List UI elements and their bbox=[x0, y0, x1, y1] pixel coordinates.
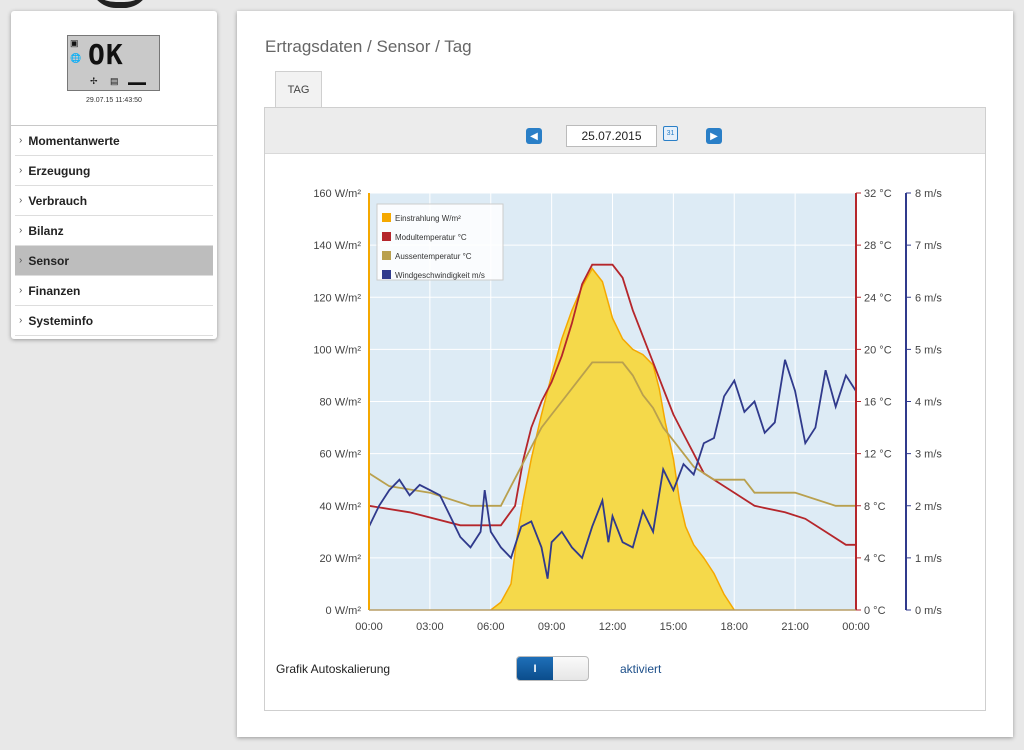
x-tick-label: 15:00 bbox=[660, 621, 688, 633]
sidebar-item-momentanwerte[interactable]: › Momentanwerte bbox=[15, 126, 213, 156]
x-tick-label: 18:00 bbox=[720, 621, 748, 633]
temperature-tick-label: 28 °C bbox=[864, 240, 892, 252]
legend-swatch bbox=[382, 232, 391, 241]
temperature-tick-label: 20 °C bbox=[864, 344, 892, 356]
irradiance-tick-label: 160 W/m² bbox=[313, 188, 361, 200]
irradiance-tick-label: 40 W/m² bbox=[319, 501, 361, 513]
legend-swatch bbox=[382, 251, 391, 260]
sidebar-item-sensor[interactable]: › Sensor bbox=[15, 246, 213, 276]
autoscale-label: Grafik Autoskalierung bbox=[276, 662, 391, 676]
chevron-right-icon: › bbox=[19, 195, 23, 206]
irradiance-tick-label: 0 W/m² bbox=[326, 605, 362, 617]
wind-tick-label: 8 m/s bbox=[915, 188, 942, 200]
chevron-right-icon: › bbox=[19, 315, 23, 326]
breadcrumb: Ertragsdaten / Sensor / Tag bbox=[265, 37, 472, 56]
wind-tick-label: 6 m/s bbox=[915, 292, 942, 304]
chevron-left-icon: ◀ bbox=[530, 130, 538, 142]
legend-entry: Einstrahlung W/m² bbox=[395, 214, 461, 223]
chevron-right-icon: › bbox=[19, 135, 23, 146]
wind-turbine-icon: ✢ bbox=[90, 76, 98, 86]
wind-tick-label: 7 m/s bbox=[915, 240, 942, 252]
globe-icon: 🌐 bbox=[70, 53, 82, 63]
battery-icon: ▬▬ bbox=[128, 77, 146, 87]
sensor-chart: 0 W/m² 20 W/m² 40 W/m² 60 W/m² 80 W/m² 100 W/… bbox=[265, 155, 985, 655]
temperature-tick-label: 8 °C bbox=[864, 501, 886, 513]
legend-swatch bbox=[382, 213, 391, 222]
chevron-right-icon: ▶ bbox=[710, 130, 718, 142]
status-display: ▣ 🌐 OK ✢ ▤ ▬▬ 29.07.15 11:43:50 bbox=[11, 11, 217, 126]
temperature-tick-label: 16 °C bbox=[864, 397, 892, 409]
irradiance-tick-label: 100 W/m² bbox=[313, 344, 361, 356]
wind-tick-label: 2 m/s bbox=[915, 501, 942, 513]
chevron-right-icon: › bbox=[19, 165, 23, 176]
status-timestamp: 29.07.15 11:43:50 bbox=[86, 97, 142, 104]
sidebar-item-systeminfo[interactable]: › Systeminfo bbox=[15, 306, 213, 336]
wind-tick-label: 1 m/s bbox=[915, 553, 942, 565]
sidebar: ▣ 🌐 OK ✢ ▤ ▬▬ 29.07.15 11:43:50 › Momenta… bbox=[11, 11, 217, 339]
x-tick-label: 03:00 bbox=[416, 621, 444, 633]
temperature-tick-label: 0 °C bbox=[864, 605, 886, 617]
sidebar-item-label: Systeminfo bbox=[28, 313, 94, 328]
main-content: Ertragsdaten / Sensor / Tag TAG ◀ 25.07.… bbox=[237, 11, 1013, 737]
wind-tick-label: 3 m/s bbox=[915, 449, 942, 461]
sidebar-item-label: Finanzen bbox=[28, 283, 81, 298]
sidebar-item-label: Verbrauch bbox=[28, 193, 88, 208]
temperature-tick-label: 24 °C bbox=[864, 292, 892, 304]
date-navigation: ◀ 25.07.2015 31 ▶ bbox=[265, 108, 985, 154]
x-tick-label: 21:00 bbox=[781, 621, 809, 633]
irradiance-tick-label: 20 W/m² bbox=[319, 553, 361, 565]
legend-entry: Windgeschwindigkeit m/s bbox=[395, 271, 485, 280]
sidebar-item-label: Sensor bbox=[28, 253, 70, 268]
chevron-right-icon: › bbox=[19, 255, 23, 266]
autoscale-status: aktiviert bbox=[620, 662, 662, 676]
header-decoration bbox=[90, 0, 150, 8]
calendar-icon[interactable]: 31 bbox=[663, 126, 678, 141]
prev-day-button[interactable]: ◀ bbox=[526, 128, 542, 144]
sensor-chart-svg: 0 W/m² 20 W/m² 40 W/m² 60 W/m² 80 W/m² 100 W/… bbox=[313, 188, 942, 633]
legend-swatch bbox=[382, 270, 391, 279]
sidebar-item-label: Erzeugung bbox=[28, 163, 91, 178]
wind-tick-label: 4 m/s bbox=[915, 397, 942, 409]
irradiance-tick-label: 140 W/m² bbox=[313, 240, 361, 252]
sidebar-item-erzeugung[interactable]: › Erzeugung bbox=[15, 156, 213, 186]
x-tick-label: 12:00 bbox=[599, 621, 627, 633]
lcd-status-text: OK bbox=[88, 38, 124, 71]
sidebar-item-finanzen[interactable]: › Finanzen bbox=[15, 276, 213, 306]
lcd-screen: ▣ 🌐 OK ✢ ▤ ▬▬ bbox=[67, 35, 160, 91]
sidebar-item-label: Momentanwerte bbox=[28, 133, 120, 148]
sidebar-item-label: Bilanz bbox=[28, 223, 64, 238]
chevron-right-icon: › bbox=[19, 285, 23, 296]
legend-entry: Aussentemperatur °C bbox=[395, 252, 472, 261]
chevron-right-icon: › bbox=[19, 225, 23, 236]
grid-status-icon: ▣ bbox=[70, 38, 79, 48]
x-tick-label: 00:00 bbox=[842, 621, 870, 633]
wind-tick-label: 0 m/s bbox=[915, 605, 942, 617]
temperature-tick-label: 32 °C bbox=[864, 188, 892, 200]
x-tick-label: 06:00 bbox=[477, 621, 505, 633]
tab-tag[interactable]: TAG bbox=[275, 71, 322, 108]
inverter-icon: ▤ bbox=[110, 76, 119, 86]
irradiance-tick-label: 80 W/m² bbox=[319, 397, 361, 409]
tab-panel: ◀ 25.07.2015 31 ▶ 0 W/m² 20 W/m² 40 W/m² 60… bbox=[264, 107, 986, 711]
temperature-tick-label: 4 °C bbox=[864, 553, 886, 565]
irradiance-tick-label: 120 W/m² bbox=[313, 292, 361, 304]
sidebar-menu: › Momentanwerte › Erzeugung › Verbrauch › Bi… bbox=[11, 126, 217, 336]
x-tick-label: 00:00 bbox=[355, 621, 383, 633]
date-field[interactable]: 25.07.2015 bbox=[566, 125, 657, 147]
legend-entry: Modultemperatur °C bbox=[395, 233, 467, 242]
sidebar-item-bilanz[interactable]: › Bilanz bbox=[15, 216, 213, 246]
x-tick-label: 09:00 bbox=[538, 621, 566, 633]
autoscale-toggle[interactable]: I bbox=[516, 656, 589, 681]
temperature-tick-label: 12 °C bbox=[864, 449, 892, 461]
next-day-button[interactable]: ▶ bbox=[706, 128, 722, 144]
sidebar-item-verbrauch[interactable]: › Verbrauch bbox=[15, 186, 213, 216]
wind-tick-label: 5 m/s bbox=[915, 344, 942, 356]
toggle-on-state: I bbox=[517, 657, 553, 680]
irradiance-tick-label: 60 W/m² bbox=[319, 449, 361, 461]
